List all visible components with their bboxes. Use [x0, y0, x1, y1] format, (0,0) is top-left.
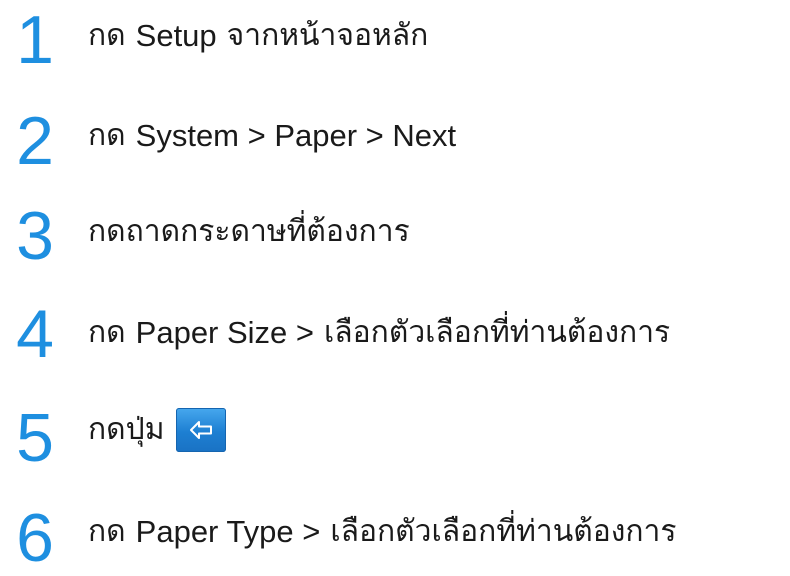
- step-instruction: กด Paper Size > เลือกตัวเลือกที่ท่านต้อง…: [88, 317, 670, 348]
- step-key: Setup: [135, 18, 217, 53]
- step-number: 5: [16, 400, 54, 476]
- step-suffix: เลือกตัวเลือกที่ท่านต้องการ: [330, 513, 677, 549]
- step-number: 3: [16, 198, 54, 274]
- back-arrow-icon: [190, 421, 213, 439]
- step-prefix: กด: [88, 117, 126, 153]
- step-suffix: เลือกตัวเลือกที่ท่านต้องการ: [324, 314, 671, 350]
- step-prefix: กดถาดกระดาษที่ต้องการ: [88, 214, 410, 249]
- step-1: 1 กด Setup จากหน้าจอ หลัก: [0, 0, 790, 80]
- step-6: 6 กด Paper Type > เลือกตัวเลือกที่ท่านต้…: [0, 480, 790, 572]
- step-suffix: หลัก: [371, 17, 429, 53]
- step-instruction: กด Setup จากหน้าจอ หลัก: [88, 20, 428, 51]
- step-instruction: กดปุ่ม: [88, 408, 227, 452]
- step-5: 5 กดปุ่ม: [0, 390, 790, 476]
- step-key: Paper Type >: [135, 514, 321, 549]
- step-number: 4: [16, 296, 54, 372]
- step-key: Paper Size >: [135, 315, 315, 350]
- step-instruction: กดถาดกระดาษที่ต้องการ: [88, 217, 410, 247]
- step-4: 4 กด Paper Size > เลือกตัวเลือกที่ท่านต้…: [0, 290, 790, 370]
- step-number: 6: [16, 500, 54, 576]
- step-number: 2: [16, 103, 54, 179]
- step-prefix: กดปุ่ม: [88, 412, 165, 447]
- step-prefix: กด: [88, 314, 126, 350]
- step-2: 2 กด System > Paper > Next: [0, 95, 790, 175]
- step-prefix: กด: [88, 17, 126, 53]
- step-3: 3 กดถาดกระดาษที่ต้องการ: [0, 190, 790, 270]
- step-middle: จากหน้าจอ: [226, 17, 372, 53]
- step-key: System > Paper > Next: [135, 118, 457, 153]
- step-number: 1: [16, 2, 54, 78]
- step-instruction: กด System > Paper > Next: [88, 120, 456, 151]
- back-button: [176, 408, 227, 452]
- step-instruction: กด Paper Type > เลือกตัวเลือกที่ท่านต้อง…: [88, 516, 677, 547]
- step-prefix: กด: [88, 513, 126, 549]
